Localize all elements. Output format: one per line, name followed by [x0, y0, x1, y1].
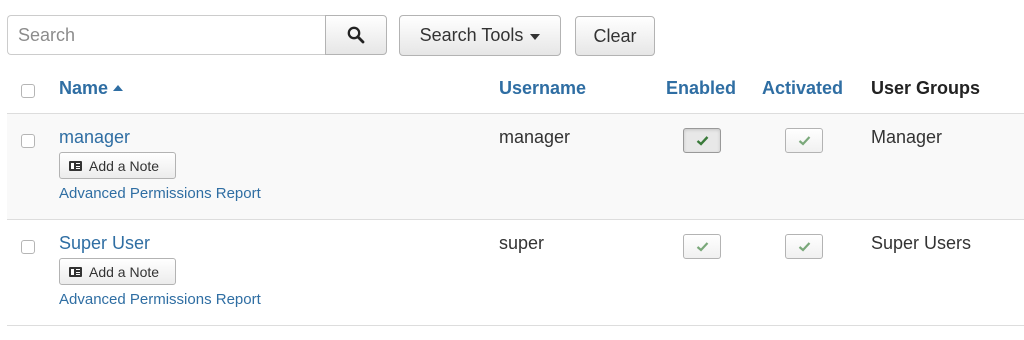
id-card-icon [69, 160, 82, 171]
search-button[interactable] [325, 15, 387, 55]
column-header-enabled[interactable]: Enabled [666, 78, 736, 99]
add-note-button[interactable]: Add a Note [59, 152, 176, 179]
search-tools-label: Search Tools [419, 25, 524, 45]
table-row: Super User Add a Note Advanced Permissio… [7, 220, 1024, 326]
user-groups-cell: Manager [871, 127, 943, 147]
column-header-activated[interactable]: Activated [762, 78, 843, 99]
search-group [7, 15, 387, 55]
column-header-enabled-label: Enabled [666, 78, 737, 98]
username-cell: manager [499, 127, 571, 147]
clear-label: Clear [593, 25, 637, 46]
add-note-button[interactable]: Add a Note [59, 258, 176, 285]
checkmark-icon [798, 242, 810, 252]
column-header-username-label: Username [499, 78, 587, 98]
activated-toggle[interactable] [785, 234, 823, 259]
user-name-link[interactable]: Super User [59, 233, 150, 254]
column-header-activated-label: Activated [762, 78, 844, 98]
caret-down-icon [530, 33, 541, 40]
user-groups-cell: Super Users [871, 233, 972, 253]
username-cell: super [499, 233, 545, 253]
table-header-row: Name Username Enabled Activated User Gro… [7, 64, 1024, 114]
search-input[interactable] [7, 15, 325, 55]
column-header-username[interactable]: Username [499, 78, 586, 99]
enabled-toggle[interactable] [683, 128, 721, 153]
column-header-name-label: Name [59, 78, 109, 98]
checkmark-icon [798, 136, 810, 146]
permissions-report-link[interactable]: Advanced Permissions Report [59, 185, 261, 202]
users-table: Name Username Enabled Activated User Gro… [7, 64, 1024, 326]
table-row: manager Add a Note Advanced Permissions … [7, 114, 1024, 220]
select-all-checkbox[interactable] [21, 84, 35, 98]
column-header-user-groups-label: User Groups [871, 78, 981, 98]
column-header-name[interactable]: Name [59, 78, 124, 99]
search-icon [347, 26, 365, 44]
user-name-link[interactable]: manager [59, 127, 130, 148]
add-note-label: Add a Note [89, 263, 160, 280]
search-tools-button[interactable]: Search Tools [399, 15, 561, 56]
column-header-user-groups: User Groups [871, 78, 980, 99]
permissions-report-link[interactable]: Advanced Permissions Report [59, 291, 261, 308]
checkmark-icon [696, 242, 708, 252]
clear-button[interactable]: Clear [575, 16, 655, 56]
id-card-icon [69, 266, 82, 277]
add-note-label: Add a Note [89, 157, 160, 174]
filter-toolbar: Search Tools Clear [7, 15, 655, 56]
checkmark-icon [696, 136, 708, 146]
row-checkbox[interactable] [21, 240, 35, 254]
enabled-toggle[interactable] [683, 234, 721, 259]
activated-toggle[interactable] [785, 128, 823, 153]
caret-up-icon [113, 85, 124, 91]
row-checkbox[interactable] [21, 134, 35, 148]
